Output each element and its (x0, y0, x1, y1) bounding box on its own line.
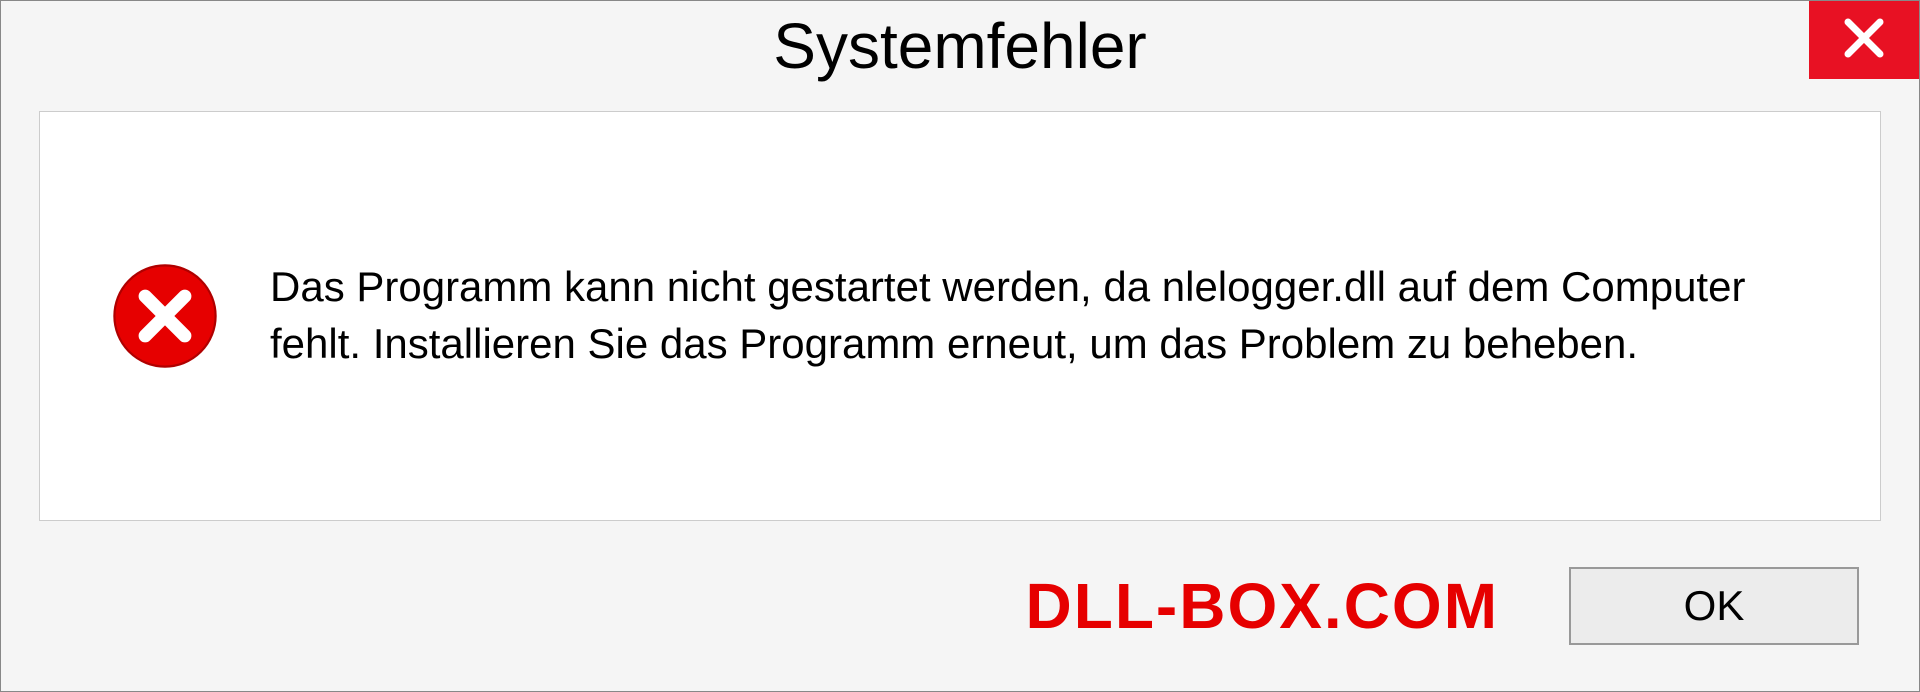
watermark-text: DLL-BOX.COM (1026, 569, 1500, 643)
dialog-title: Systemfehler (773, 9, 1146, 83)
dialog-footer: DLL-BOX.COM OK (1, 521, 1919, 691)
error-icon (110, 261, 220, 371)
ok-button-label: OK (1684, 582, 1745, 630)
close-icon (1842, 16, 1886, 65)
message-panel: Das Programm kann nicht gestartet werden… (39, 111, 1881, 521)
close-button[interactable] (1809, 1, 1919, 79)
error-message: Das Programm kann nicht gestartet werden… (270, 259, 1810, 372)
ok-button[interactable]: OK (1569, 567, 1859, 645)
error-dialog: Systemfehler Das Programm kann nicht ges… (0, 0, 1920, 692)
titlebar: Systemfehler (1, 1, 1919, 111)
